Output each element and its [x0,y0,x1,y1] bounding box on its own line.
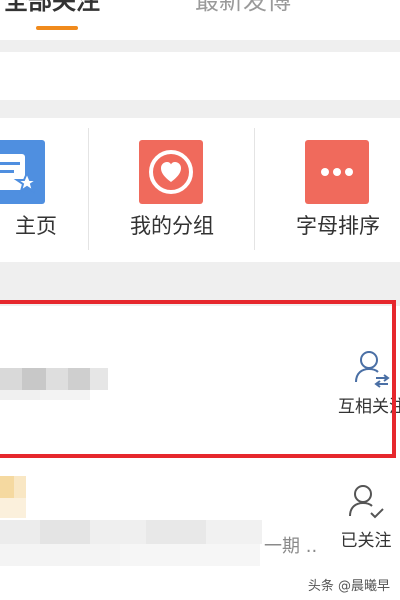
blurred-username [0,362,110,402]
active-tab-indicator [36,26,78,30]
quick-entries: 主页 我的分组 字母排序 [0,118,400,262]
mutual-follow-icon [355,351,390,388]
homepage-entry[interactable]: 主页 [0,118,88,262]
homepage-label: 主页 [15,214,57,238]
search-area[interactable] [0,52,400,100]
following-label: 已关注 [340,531,392,551]
watermark: 头条 @晨曦早 [307,579,390,594]
follow-list-item[interactable]: 互相关注 [0,306,400,462]
my-groups-label: 我的分组 [130,214,214,238]
following-button[interactable]: 已关注 [326,482,400,551]
more-dots-icon [305,140,369,204]
mutual-follow-button[interactable]: 互相关注 [332,348,400,417]
blurred-avatar [0,476,30,520]
tab-all-following[interactable]: 全部关注 [4,0,100,16]
blurred-post-preview [0,520,262,570]
my-groups-entry[interactable]: 我的分组 [98,118,246,262]
follow-list-item[interactable]: 一期 .. 已关注 [0,462,400,586]
heart-circle-icon [139,140,203,204]
alphabetical-sort-label: 字母排序 [296,214,380,238]
tab-latest-posts[interactable]: 最新发博 [195,0,291,16]
entry-divider [254,128,255,250]
following-screen: 全部关注 最新发博 主页 我的分组 字母排序 互相关注 一期 .. 已关注 头条… [0,0,400,600]
entry-divider [88,128,89,250]
section-divider [0,40,400,52]
post-snippet: 一期 .. [264,536,318,557]
alphabetical-sort-entry[interactable]: 字母排序 [264,118,400,262]
section-divider [0,262,400,306]
bookmark-star-icon [0,140,45,204]
section-divider [0,100,400,118]
mutual-follow-label: 互相关注 [338,397,400,417]
follow-tabs: 全部关注 最新发博 [0,0,400,40]
following-icon [349,485,384,519]
